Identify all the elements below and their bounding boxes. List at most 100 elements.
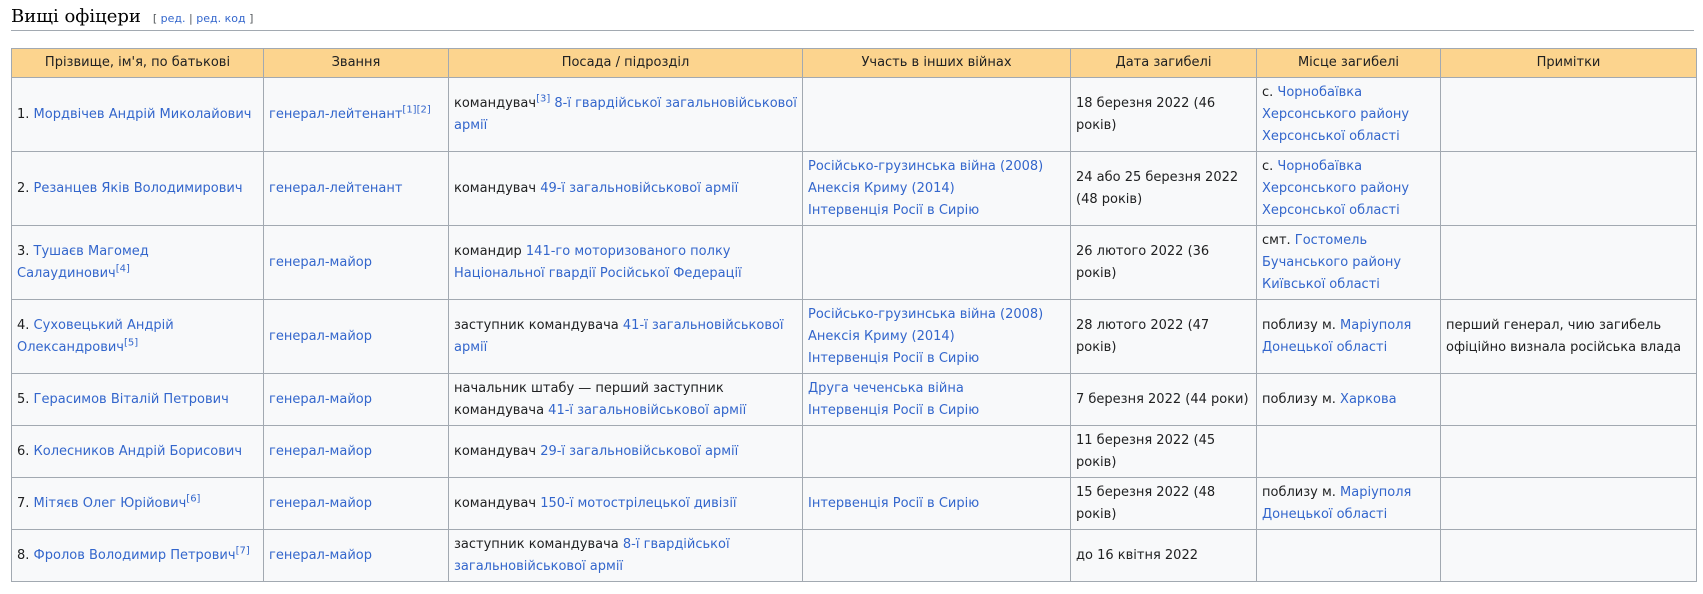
war-item: Інтервенція Росії в Сирію (808, 200, 1065, 222)
cell-rank: генерал-майор (263, 299, 449, 374)
place-link[interactable]: Чорнобаївка Херсонського району Херсонсь… (1262, 159, 1409, 218)
officer-name-link[interactable]: Тушаєв Магомед Салаудинович (17, 244, 149, 281)
war-item: Друга чеченська війна (808, 378, 1065, 400)
cell-death-place: поблизу м. Маріуполя Донецької області (1256, 299, 1441, 374)
officers-table: Прізвище, ім'я, по батькові Звання Посад… (11, 48, 1697, 582)
rank-link[interactable]: генерал-майор (269, 444, 372, 459)
war-item: Анексія Криму (2014) (808, 326, 1065, 348)
war-item: Російсько-грузинська війна (2008) (808, 304, 1065, 326)
cell-name: 5. Герасимов Віталій Петрович (11, 373, 264, 426)
cell-name: 8. Фролов Володимир Петрович[7] (11, 529, 264, 582)
officer-name-link[interactable]: Колесников Андрій Борисович (34, 444, 242, 459)
cell-name: 2. Резанцев Яків Володимирович (11, 151, 264, 226)
officer-name-link[interactable]: Мітяєв Олег Юрійович (34, 496, 187, 511)
row-number: 3. (17, 243, 34, 259)
reference-link[interactable]: [3] (536, 93, 550, 104)
post-text: командувач (454, 443, 541, 459)
reference-link[interactable]: [1][2] (402, 104, 430, 115)
officer-name-link[interactable]: Герасимов Віталій Петрович (34, 392, 229, 407)
place-prefix: поблизу м. (1262, 391, 1341, 407)
rank-link[interactable]: генерал-майор (269, 548, 372, 563)
reference-link[interactable]: [4] (116, 263, 130, 274)
row-number: 4. (17, 317, 34, 333)
post-text: командир (454, 243, 526, 259)
war-link[interactable]: Інтервенція Росії в Сирію (808, 496, 979, 511)
cell-post: командувач[3] 8-ї гвардійської загальнов… (448, 77, 803, 152)
war-link[interactable]: Інтервенція Росії в Сирію (808, 351, 979, 366)
cell-notes: перший генерал, чию загибель офіційно ви… (1440, 299, 1697, 374)
cell-wars: Російсько-грузинська війна (2008) Анексія… (802, 151, 1071, 226)
cell-rank: генерал-майор (263, 425, 449, 478)
cell-wars: Російсько-грузинська війна (2008) Анексія… (802, 299, 1071, 374)
post-text: командувач (454, 180, 541, 196)
cell-wars (802, 225, 1071, 300)
cell-post: командувач 29-ї загальновійськової армії (448, 425, 803, 478)
row-number: 2. (17, 180, 34, 196)
war-link[interactable]: Російсько-грузинська війна (2008) (808, 307, 1043, 322)
unit-link[interactable]: 150-ї мотострілецької дивізії (540, 496, 736, 511)
officer-name-link[interactable]: Фролов Володимир Петрович (34, 548, 236, 563)
cell-death-date: 11 березня 2022 (45 років) (1070, 425, 1257, 478)
cell-notes (1440, 373, 1697, 426)
rank-link[interactable]: генерал-майор (269, 329, 372, 344)
war-item: Інтервенція Росії в Сирію (808, 348, 1065, 370)
war-link[interactable]: Інтервенція Росії в Сирію (808, 403, 979, 418)
edit-bracket-open: [ (152, 12, 158, 25)
unit-link[interactable]: 29-ї загальновійськової армії (540, 444, 738, 459)
rank-reference: [1][2] (402, 104, 430, 115)
war-link[interactable]: Анексія Криму (2014) (808, 329, 955, 344)
war-link[interactable]: Російсько-грузинська війна (2008) (808, 159, 1043, 174)
column-header-post[interactable]: Посада / підрозділ (448, 48, 803, 78)
reference-link[interactable]: [5] (124, 337, 138, 348)
edit-section-links: [ ред. | ред. код ] (153, 12, 254, 25)
edit-source-link[interactable]: ред. код (196, 12, 245, 25)
rank-link[interactable]: генерал-майор (269, 496, 372, 511)
reference-link[interactable]: [7] (236, 545, 250, 556)
column-header-death-date[interactable]: Дата загибелі (1070, 48, 1257, 78)
row-number: 8. (17, 547, 34, 563)
column-header-wars[interactable]: Участь в інших війнах (802, 48, 1071, 78)
cell-name: 7. Мітяєв Олег Юрійович[6] (11, 477, 264, 530)
section-header: Вищі офіцери [ ред. | ред. код ] (11, 6, 1694, 31)
place-prefix: поблизу м. (1262, 484, 1341, 500)
unit-link[interactable]: 49-ї загальновійськової армії (540, 181, 738, 196)
cell-post: заступник командувача 41-ї загальновійсь… (448, 299, 803, 374)
reference-link[interactable]: [6] (186, 493, 200, 504)
rank-link[interactable]: генерал-лейтенант (269, 107, 402, 122)
rank-link[interactable]: генерал-лейтенант (269, 181, 402, 196)
rank-link[interactable]: генерал-майор (269, 255, 372, 270)
name-reference: [7] (236, 545, 250, 556)
place-link[interactable]: Харкова (1340, 392, 1397, 407)
place-prefix: с. (1262, 158, 1278, 174)
war-item: Анексія Криму (2014) (808, 178, 1065, 200)
cell-death-date: 7 березня 2022 (44 роки) (1070, 373, 1257, 426)
cell-death-date: 28 лютого 2022 (47 років) (1070, 299, 1257, 374)
row-number: 1. (17, 106, 34, 122)
war-link[interactable]: Друга чеченська війна (808, 381, 964, 396)
cell-rank: генерал-майор (263, 529, 449, 582)
cell-notes (1440, 151, 1697, 226)
rank-link[interactable]: генерал-майор (269, 392, 372, 407)
officer-name-link[interactable]: Суховецький Андрій Олександрович (17, 318, 174, 355)
column-header-name[interactable]: Прізвище, ім'я, по батькові (11, 48, 264, 78)
cell-name: 6. Колесников Андрій Борисович (11, 425, 264, 478)
table-row: 7. Мітяєв Олег Юрійович[6] генерал-майор к… (11, 477, 1697, 530)
cell-death-date: 15 березня 2022 (48 років) (1070, 477, 1257, 530)
column-header-rank[interactable]: Звання (263, 48, 449, 78)
unit-link[interactable]: 41-ї загальновійськової армії (548, 403, 746, 418)
cell-death-place (1256, 529, 1441, 582)
post-reference: [3] (536, 93, 550, 104)
cell-death-place: поблизу м. Харкова (1256, 373, 1441, 426)
cell-death-place: с. Чорнобаївка Херсонського району Херсо… (1256, 151, 1441, 226)
column-header-notes[interactable]: Примітки (1440, 48, 1697, 78)
column-header-death-place[interactable]: Місце загибелі (1256, 48, 1441, 78)
war-link[interactable]: Анексія Криму (2014) (808, 181, 955, 196)
edit-link[interactable]: ред. (161, 12, 186, 25)
cell-rank: генерал-майор (263, 225, 449, 300)
cell-notes (1440, 477, 1697, 530)
war-link[interactable]: Інтервенція Росії в Сирію (808, 203, 979, 218)
place-link[interactable]: Чорнобаївка Херсонського району Херсонсь… (1262, 85, 1409, 144)
officer-name-link[interactable]: Мордвічев Андрій Миколайович (34, 107, 252, 122)
cell-name: 4. Суховецький Андрій Олександрович[5] (11, 299, 264, 374)
officer-name-link[interactable]: Резанцев Яків Володимирович (34, 181, 243, 196)
